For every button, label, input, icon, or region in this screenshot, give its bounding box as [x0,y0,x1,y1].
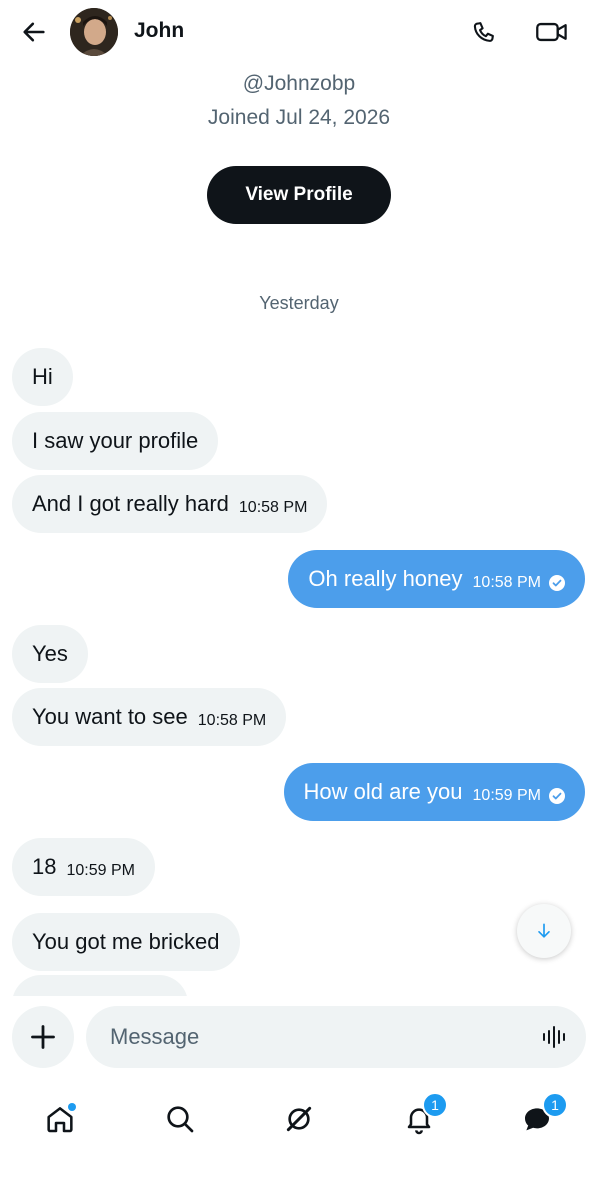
message-bubble[interactable]: Yes [12,625,88,683]
notifications-badge: 1 [422,1092,448,1118]
message-text: You want to see [32,704,188,729]
messages-badge: 1 [542,1092,568,1118]
video-call-button[interactable] [532,14,572,50]
message-text: Hi [32,364,53,389]
message-text: Oh really honey [308,566,463,591]
nav-messages[interactable]: 1 [512,1092,568,1144]
profile-handle: @Johnzobp [242,72,356,95]
message-text: Yes [32,641,68,666]
message-text: You got me bricked [32,929,220,954]
back-button[interactable] [18,16,50,48]
view-profile-button[interactable]: View Profile [207,166,391,224]
message-text: I saw your profile [32,428,199,453]
nav-search[interactable] [155,1094,205,1144]
message-timestamp: 10:59 PM [66,862,135,879]
arrow-down-icon [538,923,550,938]
message-input-container [86,1006,586,1068]
message-timestamp: 10:58 PM [197,712,267,729]
conversation-header: John [0,0,598,64]
message-bubble[interactable]: Oh really honey 10:58 PM [288,550,585,608]
grok-icon [286,1106,312,1132]
search-icon [167,1106,194,1133]
message-timestamp: 10:58 PM [238,499,308,516]
message-input[interactable] [108,1023,526,1051]
bottom-navigation: 1 1 [0,1084,598,1154]
arrow-left-icon [23,22,45,42]
message-bubble[interactable]: You got me bricked [12,913,240,971]
read-receipt-icon [549,788,565,804]
profile-joined-date: Joined Jul 24, 2026 [207,106,391,129]
avatar[interactable] [70,8,118,56]
message-bubble[interactable]: And I got really hard 10:58 PM [12,475,328,533]
message-timestamp: 10:58 PM [472,574,541,591]
message-text: And I got really hard [32,491,229,516]
voice-message-button[interactable] [540,1022,570,1052]
message-text: How old are you [303,779,463,804]
message-bubble[interactable]: Hi [12,348,73,406]
add-attachment-button[interactable] [12,1006,74,1068]
home-notification-dot [68,1103,76,1111]
nav-grok[interactable] [274,1094,324,1144]
nav-home[interactable] [35,1094,85,1144]
message-bubble[interactable]: You want to see 10:58 PM [12,688,287,746]
nav-notifications[interactable]: 1 [394,1092,448,1144]
message-text: 18 [32,854,57,879]
waveform-icon [543,1026,565,1048]
plus-icon [31,1025,55,1049]
message-bubble[interactable]: How old are you 10:59 PM [283,763,585,821]
read-receipt-icon [549,575,565,591]
message-composer [0,996,598,1080]
date-separator: Yesterday [259,293,339,313]
message-bubble[interactable]: 18 10:59 PM [12,838,155,896]
phone-icon [473,22,494,42]
video-camera-icon [536,22,567,42]
contact-name[interactable]: John [134,19,184,43]
message-timestamp: 10:59 PM [472,787,541,804]
scroll-to-bottom-button[interactable] [517,904,571,958]
call-button[interactable] [466,14,502,50]
message-bubble[interactable]: I saw your profile [12,412,219,470]
